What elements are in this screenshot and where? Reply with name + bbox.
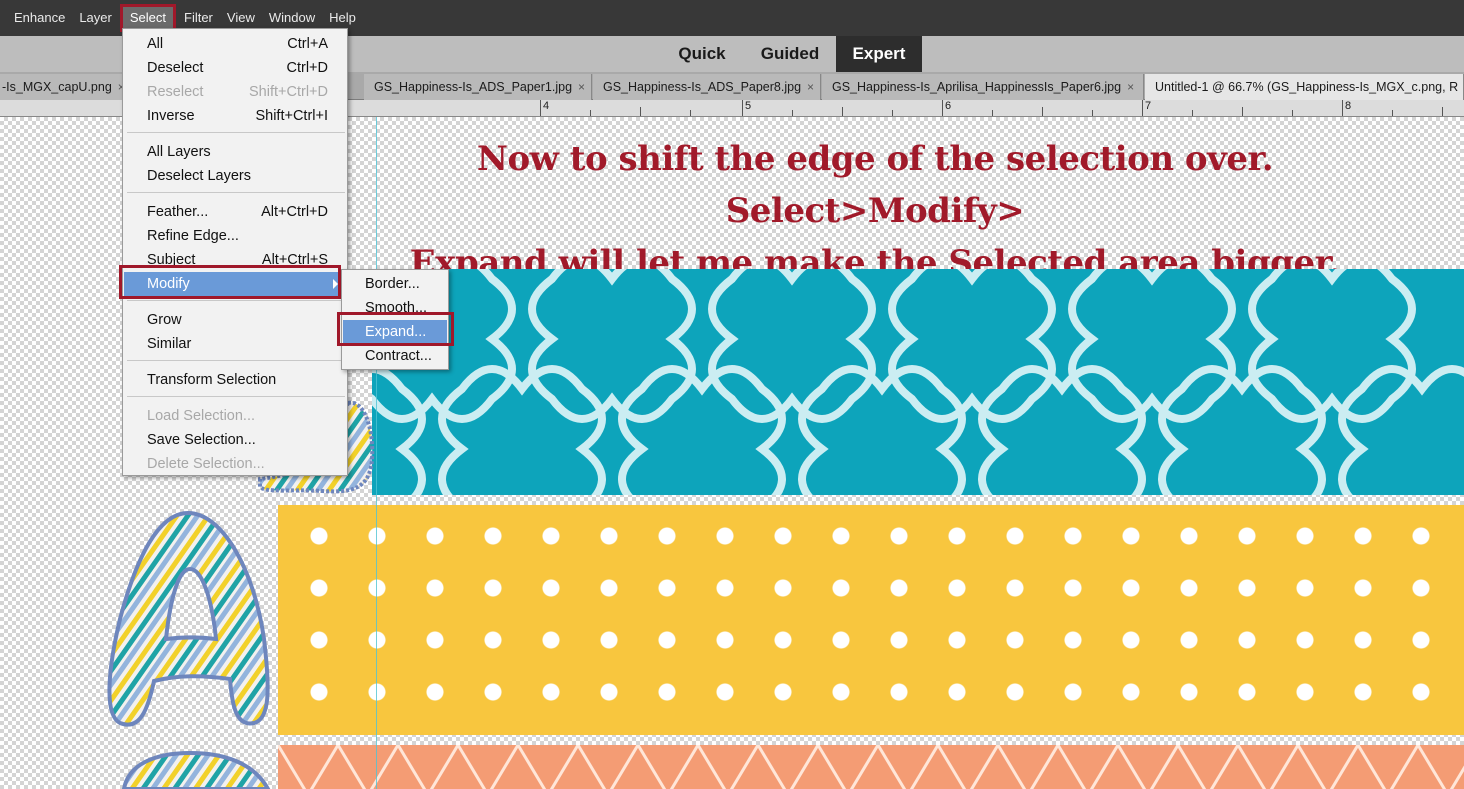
tab-close-icon[interactable]: × [807,80,814,94]
expand-highlight-box [337,312,454,346]
menu-item-reselect: Reselect Shift+Ctrl+D [147,84,328,100]
yellow-polka-dot-paper [278,505,1464,735]
modify-highlight-box [119,265,341,299]
tutorial-annotation: Now to shift the edge of the selection o… [370,133,1380,289]
letter-a-sticker [107,510,270,727]
menu-item-deselect-layers[interactable]: Deselect Layers [124,164,346,188]
orange-triangle-paper [278,745,1464,789]
tab-label: GS_Happiness-Is_ADS_Paper1.jpg [374,80,573,94]
menu-item-inverse[interactable]: Inverse Shift+Ctrl+I [124,104,346,128]
menu-view[interactable]: View [220,7,262,29]
menu-layer[interactable]: Layer [72,7,119,29]
document-tab[interactable]: GS_Happiness-Is_ADS_Paper1.jpg × [364,74,592,100]
menu-item-all-layers[interactable]: All Layers [124,140,346,164]
document-tab[interactable]: GS_Happiness-Is_ADS_Paper8.jpg × [593,74,821,100]
mode-guided[interactable]: Guided [752,36,828,72]
guide-line [376,117,377,789]
menu-item-delete-selection: Delete Selection... [147,456,265,472]
tab-label: Untitled-1 @ 66.7% (GS_Happiness-Is_MGX_… [1155,80,1459,94]
menu-filter[interactable]: Filter [177,7,220,29]
letter-sticker-partial [121,750,271,789]
annotation-line: Now to shift the edge of the selection o… [476,139,1274,231]
teal-quatrefoil-paper [372,269,1464,495]
menu-separator [127,396,345,397]
menu-item-all[interactable]: All Ctrl+A [124,32,346,56]
menu-item-save-selection[interactable]: Save Selection... [124,428,346,452]
menu-separator [127,300,345,301]
menu-item-feather[interactable]: Feather... Alt+Ctrl+D [124,200,346,224]
menu-window[interactable]: Window [262,7,322,29]
select-menu-dropdown: All Ctrl+A Deselect Ctrl+D Reselect Shift+C… [122,28,348,476]
menu-separator [127,360,345,361]
menu-item-grow[interactable]: Grow [124,308,346,332]
mode-quick[interactable]: Quick [668,36,736,72]
quatrefoil-pattern [372,269,1464,495]
triangle-pattern [278,745,1464,789]
tab-close-icon[interactable]: × [1127,80,1134,94]
menu-help[interactable]: Help [322,7,363,29]
ruler-number: 4 [543,100,550,112]
tab-label: -Is_MGX_capU.png [2,80,112,94]
menu-item-load-selection: Load Selection... [147,408,256,424]
ruler-number: 5 [745,100,752,112]
tab-label: GS_Happiness-Is_Aprilisa_HappinessIs_Pap… [832,80,1122,94]
menu-select[interactable]: Select [119,4,177,32]
tab-close-icon[interactable]: × [578,80,585,94]
ruler-number: 8 [1345,100,1352,112]
document-tab[interactable]: -Is_MGX_capU.png× [0,74,128,100]
menu-item-transform-selection[interactable]: Transform Selection [124,368,346,392]
menu-separator [127,132,345,133]
menu-item-refine-edge[interactable]: Refine Edge... [124,224,346,248]
ruler-number: 6 [945,100,952,112]
menu-item-deselect[interactable]: Deselect Ctrl+D [124,56,346,80]
menu-separator [127,192,345,193]
submenu-item-border[interactable]: Border... [343,272,447,296]
document-tab[interactable]: GS_Happiness-Is_Aprilisa_HappinessIs_Pap… [822,74,1144,100]
menu-enhance[interactable]: Enhance [7,7,72,29]
ruler-number: 7 [1145,100,1152,112]
submenu-item-contract[interactable]: Contract... [343,344,447,368]
tab-label: GS_Happiness-Is_ADS_Paper8.jpg [603,80,802,94]
menu-item-similar[interactable]: Similar [124,332,346,356]
document-tab-active[interactable]: Untitled-1 @ 66.7% (GS_Happiness-Is_MGX_… [1145,74,1464,100]
mode-expert[interactable]: Expert [836,36,922,72]
